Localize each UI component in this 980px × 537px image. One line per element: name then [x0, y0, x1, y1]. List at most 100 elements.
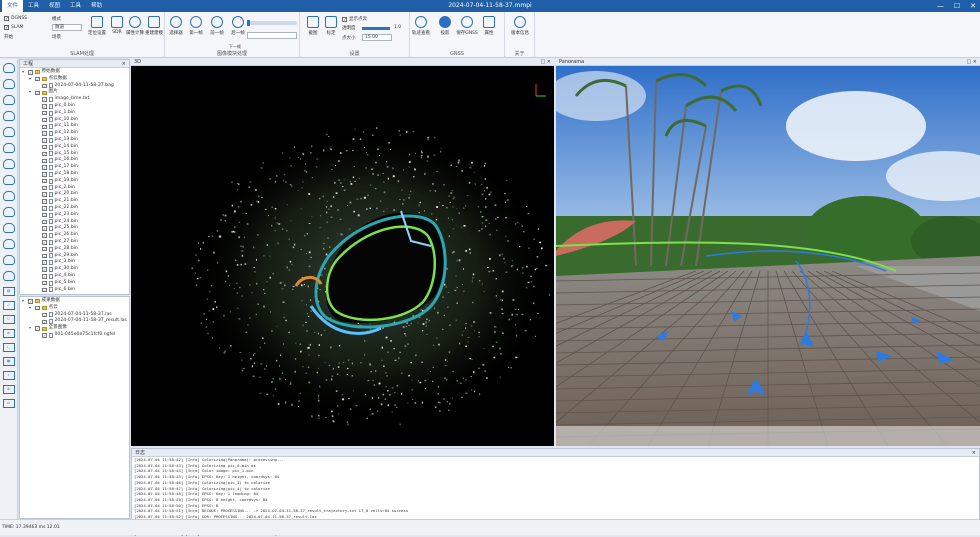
tree-item[interactable]: ▾ ✓ 点云 [22, 305, 127, 312]
tree-checkbox[interactable]: ✓ [42, 83, 47, 89]
tree-item[interactable]: ✓ pic_27.bin [22, 239, 127, 246]
version-info-button[interactable]: 版本信息 [509, 16, 531, 36]
view3d-close-icon[interactable]: □ × [540, 58, 551, 66]
dgnss-checkbox[interactable]: ✓ DGNSS [4, 16, 27, 22]
tree-checkbox[interactable]: ✓ [42, 185, 47, 191]
tree-checkbox[interactable]: ✓ [42, 138, 47, 143]
expand-arrow-icon[interactable]: ▾ [29, 89, 33, 96]
layer-icon[interactable]: ▤ [2, 287, 15, 296]
tree-checkbox[interactable]: ✓ [42, 199, 47, 204]
cloud-icon[interactable] [2, 143, 15, 153]
projection-button[interactable]: 投影 [434, 16, 456, 36]
mode-select[interactable]: 隧道 [52, 24, 82, 31]
tree-item[interactable]: ✓ pic_17.bin [22, 164, 127, 171]
tree-item[interactable]: ✓ 2024-07-04-11-58-37_result.las [22, 318, 127, 325]
location-settings-button[interactable]: 定位设置 [86, 16, 108, 36]
tree-item[interactable]: ✓ pic_13.bin [22, 137, 127, 144]
tree-checkbox[interactable]: ✓ [42, 274, 47, 279]
tree-item[interactable]: ✓ pic_22.bin [22, 205, 127, 212]
tree-checkbox[interactable]: ✓ [42, 246, 47, 252]
tree-item[interactable]: ✓ pic_30.bin [22, 266, 127, 273]
tree-checkbox[interactable]: ✓ [35, 326, 40, 331]
prev-frame-button[interactable]: 前一帧 [206, 16, 228, 36]
tree-item[interactable]: ✓ pic_23.bin [22, 212, 127, 219]
tree-item[interactable]: ▾ ✓ 全景图像 [22, 325, 127, 332]
pano-close-icon[interactable]: □ × [966, 58, 977, 66]
tree-checkbox[interactable]: ✓ [42, 226, 47, 231]
panorama-view[interactable] [556, 66, 980, 446]
first-frame-button[interactable]: 第一帧 [185, 16, 207, 36]
tree-checkbox[interactable]: ✓ [28, 299, 33, 304]
next-frame-button[interactable]: 后一帧 [227, 16, 249, 36]
tree-checkbox[interactable]: ✓ [35, 76, 40, 82]
point-size-input[interactable]: 15.00 [362, 34, 392, 41]
tree-item[interactable]: ✓ pic_4.bin [22, 273, 127, 280]
tree-checkbox[interactable]: ✓ [42, 333, 47, 338]
tree-checkbox[interactable]: ✓ [42, 260, 47, 265]
tree-checkbox[interactable]: ✓ [42, 312, 47, 318]
cloud-icon[interactable] [2, 191, 15, 201]
expand-icon[interactable]: ⤢ [2, 301, 15, 310]
expand-arrow-icon[interactable]: ▾ [29, 76, 33, 83]
cloud-icon[interactable] [2, 95, 15, 105]
slam-checkbox[interactable]: ✓ SLAM [4, 25, 23, 31]
tree-item[interactable]: ▾ ✓ 成果数据 [22, 298, 127, 305]
tree-checkbox[interactable]: ✓ [42, 319, 47, 325]
frame-slider-thumb[interactable] [247, 20, 250, 26]
cloud-icon[interactable] [2, 79, 15, 89]
trajectory-view-button[interactable]: 轨迹查看 [410, 16, 432, 36]
tree-checkbox[interactable]: ✓ [42, 212, 47, 218]
log-close-icon[interactable]: × [972, 449, 976, 457]
tree-checkbox[interactable]: ✓ [35, 305, 40, 311]
tree-item[interactable]: ✓ pic_5.bin [22, 280, 127, 287]
tree-checkbox[interactable]: ✓ [42, 253, 47, 259]
show-cloud-checkbox[interactable]: ✓ 显示点云 [342, 16, 367, 22]
cloud-icon[interactable] [2, 255, 15, 265]
tree-checkbox[interactable]: ✓ [42, 110, 47, 116]
tree-checkbox[interactable]: ✓ [42, 233, 47, 238]
tree-checkbox[interactable]: ✓ [42, 151, 47, 157]
tree-item[interactable]: ✓ pic_12.bin [22, 130, 127, 137]
close-icon[interactable]: ✕ [970, 0, 976, 12]
tree-checkbox[interactable]: ✓ [42, 117, 47, 123]
tree-checkbox[interactable]: ✓ [35, 90, 40, 96]
tree-checkbox[interactable]: ✓ [42, 131, 47, 136]
tree-checkbox[interactable]: ✓ [42, 219, 47, 225]
tree-checkbox[interactable]: ✓ [28, 70, 33, 75]
cloud-icon[interactable] [2, 207, 15, 217]
tree-item[interactable]: ✓ pic_1.bin [22, 110, 127, 117]
log-icon[interactable]: ≣ [2, 385, 15, 394]
terminal-icon[interactable]: ›_ [2, 343, 15, 352]
map-icon[interactable]: ▭ [2, 399, 15, 408]
tree-checkbox[interactable]: ✓ [42, 104, 47, 109]
panel-close-icon[interactable]: × [122, 60, 126, 68]
maximize-icon[interactable]: ☐ [954, 0, 960, 12]
tree-item[interactable]: ✓ 2024-07-04-11-58-37.bag [22, 83, 127, 90]
tree-checkbox[interactable]: ✓ [42, 172, 47, 177]
tree-item[interactable]: ✓ pic_26.bin [22, 232, 127, 239]
tree-checkbox[interactable]: ✓ [42, 287, 47, 293]
tree-checkbox[interactable]: ✓ [42, 192, 47, 197]
tree-item[interactable]: ✓ pic_14.bin [22, 144, 127, 151]
point-cloud-view[interactable] [131, 66, 554, 446]
selector-button[interactable]: 选择器 [165, 16, 187, 36]
rebuild-button[interactable]: 重建建模 [143, 16, 165, 36]
tree-item[interactable]: ✓ 001-045e0e75c1fcf0.ngfel [22, 332, 127, 339]
tree-item[interactable]: ✓ pic_6.bin [22, 287, 127, 294]
expand-arrow-icon[interactable]: ▾ [22, 69, 26, 76]
tree-checkbox[interactable]: ✓ [42, 206, 47, 211]
cloud-icon[interactable] [2, 223, 15, 233]
tree-item[interactable]: ✓ image_time.txt [22, 96, 127, 103]
cloud-icon[interactable] [2, 239, 15, 249]
tree-checkbox[interactable]: ✓ [42, 267, 47, 272]
tree-checkbox[interactable]: ✓ [42, 178, 47, 184]
shield-icon[interactable]: ⛉ [2, 315, 15, 324]
properties-button[interactable]: 属性 [478, 16, 500, 36]
tree-checkbox[interactable]: ✓ [42, 97, 47, 102]
grid-icon[interactable]: ▦ [2, 357, 15, 366]
point-icon[interactable]: ∙ [2, 371, 15, 380]
tree-item[interactable]: ✓ pic_28.bin [22, 246, 127, 253]
frame-input[interactable] [247, 32, 297, 39]
cloud-icon[interactable] [2, 159, 15, 169]
list-icon[interactable]: ≡ [2, 329, 15, 338]
